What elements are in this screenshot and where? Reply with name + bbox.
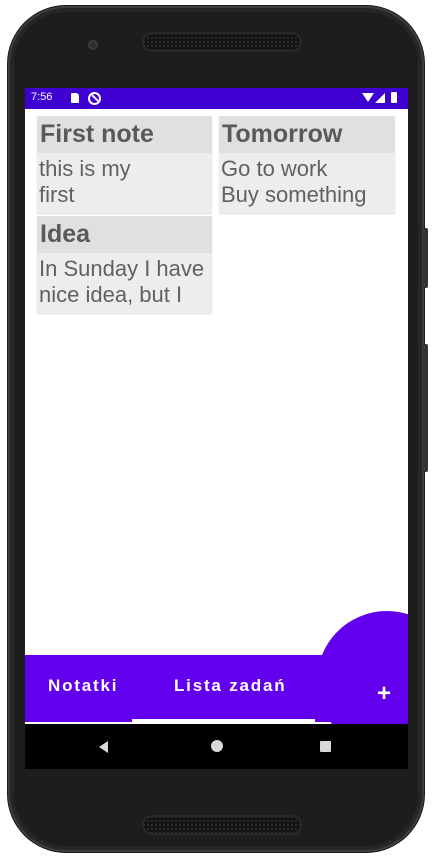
- bottom-speaker: [142, 815, 302, 835]
- note-card[interactable]: First note this is my first: [37, 116, 212, 213]
- sync-icon: [88, 92, 101, 105]
- note-line: first: [39, 182, 75, 207]
- selected-tab-indicator: [132, 719, 315, 722]
- note-title: Idea: [37, 216, 212, 253]
- note-line: nice idea, but I: [39, 282, 183, 307]
- note-title: First note: [37, 116, 212, 153]
- status-bar: 7:56: [25, 88, 408, 109]
- note-body: this is my first: [37, 153, 212, 208]
- sd-card-icon: [71, 93, 79, 103]
- app-screen: 7:56 First note this is my first Tomorro…: [25, 88, 408, 769]
- note-body: Go to work Buy something: [219, 153, 395, 208]
- tab-notatki[interactable]: Notatki: [48, 676, 118, 696]
- note-card[interactable]: Idea In Sunday I have nice idea, but I: [37, 216, 212, 313]
- signal-icon: [375, 93, 385, 103]
- recents-icon[interactable]: [320, 741, 331, 752]
- add-button[interactable]: +: [377, 681, 391, 707]
- wifi-icon: [362, 93, 374, 102]
- note-line: In Sunday I have: [39, 256, 205, 281]
- system-nav-bar: [25, 724, 408, 769]
- note-line: Buy something: [221, 182, 367, 207]
- note-line: this is my: [39, 156, 131, 181]
- back-icon[interactable]: [99, 741, 108, 753]
- front-camera: [88, 40, 98, 50]
- status-time: 7:56: [31, 91, 53, 103]
- volume-button: [423, 228, 428, 288]
- note-body: In Sunday I have nice idea, but I: [37, 253, 212, 308]
- earpiece-speaker: [142, 32, 302, 52]
- battery-icon: [391, 92, 397, 103]
- note-card[interactable]: Tomorrow Go to work Buy something: [219, 116, 395, 213]
- note-line: Go to work: [221, 156, 328, 181]
- tab-lista-zadan[interactable]: Lista zadań: [174, 676, 286, 696]
- power-button: [423, 344, 428, 472]
- note-title: Tomorrow: [219, 116, 395, 153]
- home-icon[interactable]: [211, 740, 223, 752]
